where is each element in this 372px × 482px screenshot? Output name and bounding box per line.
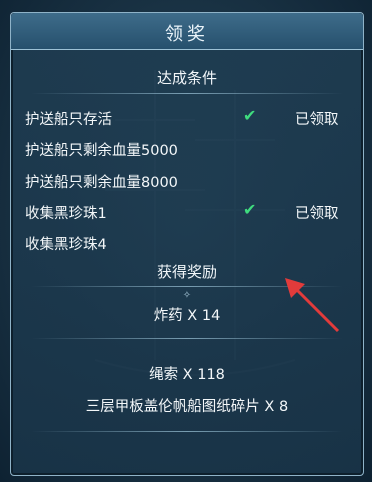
condition-label: 收集黑珍珠4	[25, 237, 107, 253]
condition-label: 护送船只剩余血量8000	[25, 175, 178, 191]
conditions-header: 达成条件	[156, 69, 217, 87]
reward-dialog: 领奖 达成条件 护送船只存活 ✔ 已领取 护送船只剩余血量5000 护送船只剩余…	[10, 12, 364, 476]
condition-status: 已领取	[295, 112, 339, 128]
divider-ornament-icon: ✧	[182, 290, 192, 301]
divider	[31, 338, 343, 339]
dialog-title: 领奖	[165, 24, 209, 45]
check-icon: ✔	[243, 106, 257, 125]
condition-status: 已领取	[295, 206, 339, 222]
reward-item: 三层甲板盖伦帆船图纸碎片 X 8	[85, 399, 289, 415]
reward-item: 绳索 X 118	[149, 367, 225, 383]
annotation-arrow-icon	[285, 278, 340, 333]
check-icon: ✔	[243, 200, 257, 219]
condition-label: 护送船只剩余血量5000	[25, 143, 178, 159]
divider	[31, 93, 343, 94]
condition-label: 收集黑珍珠1	[25, 206, 107, 222]
condition-label: 护送船只存活	[25, 112, 112, 128]
divider	[31, 431, 343, 432]
